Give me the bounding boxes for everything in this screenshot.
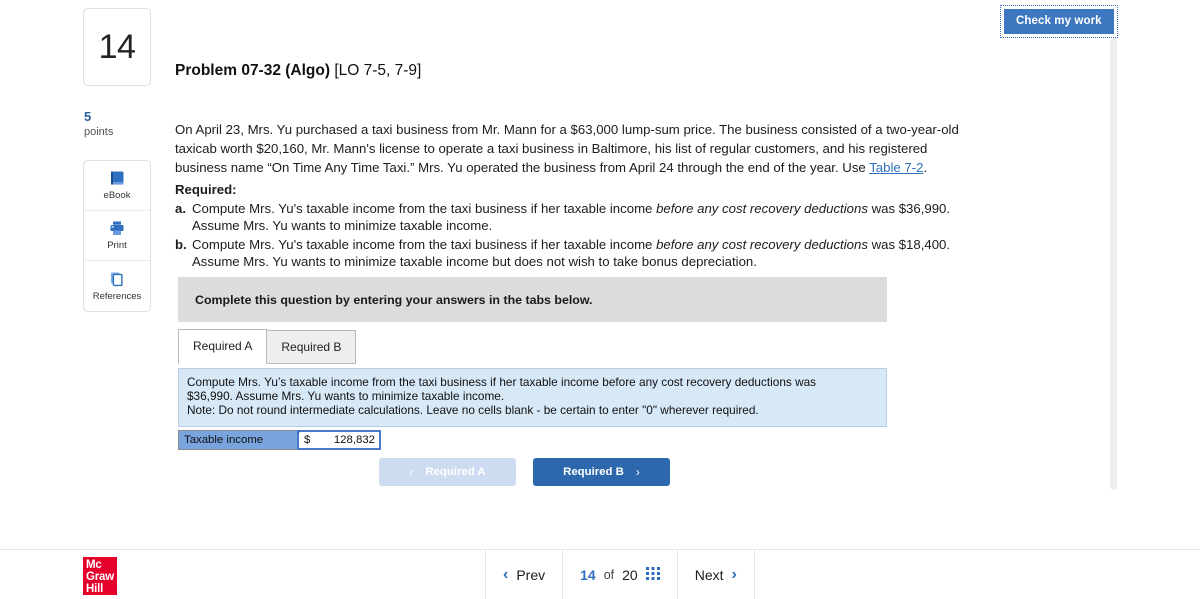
question-number-box: 14	[83, 8, 151, 86]
instruction-bar-text: Complete this question by entering your …	[195, 292, 593, 307]
chevron-right-icon: ›	[635, 465, 640, 479]
tab-instruction-note: Note: Do not round intermediate calculat…	[187, 402, 759, 417]
requirement-nav: ‹ Required A Required B ›	[379, 458, 670, 486]
tab-instruction-line-1: Compute Mrs. Yu’s taxable income from th…	[187, 375, 817, 389]
required-a-nav-label: Required A	[425, 466, 486, 478]
points-label: points	[84, 125, 114, 138]
requirement-b-marker: b.	[175, 236, 187, 252]
page-title: Problem 07-32 (Algo) [LO 7-5, 7-9]	[175, 62, 421, 80]
problem-body-text-2: .	[923, 160, 928, 175]
requirement-b-text-1: Compute Mrs. Yu's taxable income from th…	[192, 236, 657, 252]
current-page-number: 14	[580, 566, 596, 583]
page-root: Check my work 14 5 points eBook Print Re…	[0, 0, 1200, 599]
required-a-nav-button[interactable]: ‹ Required A	[379, 458, 516, 486]
left-rail: 14 5 points eBook Print References	[83, 8, 151, 313]
logo-line-2: Graw	[86, 571, 114, 584]
check-my-work-button[interactable]: Check my work	[1004, 9, 1114, 34]
grid-menu-icon[interactable]	[645, 567, 660, 582]
tool-ebook-label: eBook	[103, 190, 131, 202]
total-pages: 20	[622, 566, 638, 583]
taxable-income-value: 128,832	[333, 434, 375, 446]
tab-bar: Required A Required B	[178, 329, 357, 364]
question-number: 14	[98, 27, 136, 66]
requirement-a-text-1: Compute Mrs. Yu's taxable income from th…	[192, 200, 657, 216]
chevron-right-icon: ›	[731, 565, 737, 583]
logo-line-1: Mc	[86, 559, 102, 571]
problem-body-text-1: On April 23, Mrs. Yu purchased a taxi bu…	[175, 122, 959, 175]
requirement-b-text: Compute Mrs. Yu's taxable income from th…	[192, 236, 965, 271]
required-b-nav-button[interactable]: Required B ›	[533, 458, 670, 486]
requirement-a-text: Compute Mrs. Yu's taxable income from th…	[192, 200, 965, 235]
tool-references-label: References	[92, 290, 142, 302]
tool-print-label: Print	[107, 240, 127, 252]
ebook-icon	[108, 170, 126, 187]
tab-required-a[interactable]: Required A	[178, 329, 268, 364]
chevron-left-icon: ‹	[503, 565, 509, 583]
chevron-left-icon: ‹	[409, 465, 414, 479]
tool-panel: eBook Print References	[83, 160, 151, 313]
table-7-2-link[interactable]: Table 7-2	[869, 160, 923, 175]
answer-row-label: Taxable income	[179, 431, 298, 449]
requirement-a-marker: a.	[175, 200, 186, 216]
problem-title-lo: [LO 7-5, 7-9]	[330, 62, 422, 79]
tab-instruction-panel: Compute Mrs. Yu’s taxable income from th…	[178, 368, 887, 428]
requirement-a: a. Compute Mrs. Yu's taxable income from…	[175, 200, 965, 235]
instruction-bar: Complete this question by entering your …	[178, 277, 887, 322]
currency-symbol: $	[304, 434, 311, 446]
required-b-nav-label: Required B	[563, 466, 624, 478]
taxable-income-input[interactable]: $ 128,832	[297, 430, 381, 450]
logo-line-3: Hill	[86, 583, 104, 596]
requirement-b: b. Compute Mrs. Yu's taxable income from…	[175, 236, 965, 271]
vertical-scrollbar[interactable]	[1110, 38, 1117, 490]
tool-references[interactable]: References	[84, 261, 150, 311]
required-heading: Required:	[175, 182, 237, 197]
references-icon	[108, 271, 126, 288]
problem-body: On April 23, Mrs. Yu purchased a taxi bu…	[175, 120, 965, 177]
page-of-label: of	[603, 567, 615, 582]
next-button[interactable]: Next ›	[678, 550, 755, 599]
print-icon	[108, 220, 126, 237]
points-value: 5	[84, 109, 92, 124]
problem-title-bold: Problem 07-32 (Algo)	[175, 62, 331, 79]
footer-navigation: ‹ Prev 14 of 20 Next ›	[485, 550, 755, 599]
prev-button[interactable]: ‹ Prev	[485, 550, 564, 599]
page-indicator[interactable]: 14 of 20	[563, 550, 678, 599]
prev-label: Prev	[516, 566, 546, 583]
required-block: Required: a. Compute Mrs. Yu's taxable i…	[175, 181, 965, 271]
requirement-a-italic: before any cost recovery deductions	[656, 200, 868, 216]
requirement-b-italic: before any cost recovery deductions	[656, 236, 868, 252]
mcgraw-hill-logo: Mc Graw Hill	[83, 557, 117, 595]
answer-table: Taxable income $ 128,832	[178, 430, 381, 450]
check-my-work-focus-ring: Check my work	[1000, 5, 1118, 38]
tool-print[interactable]: Print	[84, 211, 150, 262]
tab-required-b[interactable]: Required B	[266, 330, 357, 364]
next-label: Next	[694, 566, 724, 583]
tool-ebook[interactable]: eBook	[84, 161, 150, 212]
points-block: 5 points	[83, 109, 151, 140]
cell-marker-icon	[297, 430, 302, 435]
tab-instruction-line-2: $36,990. Assume Mrs. Yu wants to minimiz…	[187, 388, 505, 403]
